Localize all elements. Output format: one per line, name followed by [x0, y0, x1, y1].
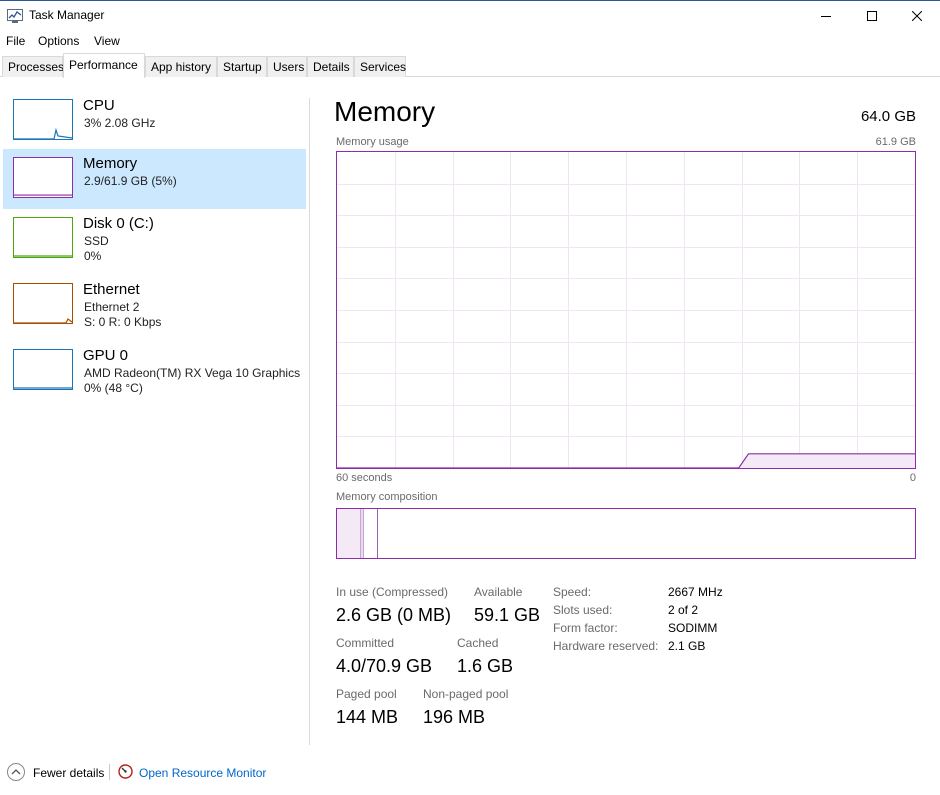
task-manager-window: Task Manager File Options View Processes…: [0, 0, 940, 795]
thumbnail-line: [14, 255, 72, 257]
sidebar-item-name: CPU: [83, 97, 115, 114]
disk-thumbnail-graph: [13, 217, 73, 258]
sidebar-item-detail: 3% 2.08 GHz: [84, 116, 156, 130]
menu-bar: File Options View: [0, 32, 940, 52]
memory-thumbnail-graph: [13, 157, 73, 198]
panel-divider[interactable]: [309, 98, 310, 745]
slots-used-value: 2 of 2: [668, 603, 699, 617]
memory-usage-label: Memory usage: [336, 136, 409, 148]
chevron-up-icon: [11, 769, 21, 775]
paged-pool-value: 144 MB: [336, 707, 399, 727]
slots-used-label: Slots used:: [553, 603, 613, 617]
footer-divider: [109, 764, 110, 780]
committed-value: 4.0/70.9 GB: [336, 656, 433, 676]
sidebar-item-detail: 2.9/61.9 GB (5%): [84, 174, 177, 188]
gpu-thumbnail-graph: [13, 349, 73, 390]
sidebar-item-ethernet[interactable]: Ethernet Ethernet 2 S: 0 R: 0 Kbps: [3, 275, 306, 335]
cached-label: Cached: [457, 636, 499, 650]
task-manager-app-icon: [7, 9, 23, 23]
close-icon: [912, 11, 922, 21]
speed-label: Speed:: [553, 585, 592, 599]
thumbnail-line: [14, 127, 72, 139]
hardware-reserved-label: Hardware reserved:: [553, 639, 659, 653]
usage-graph-canvas: [337, 152, 915, 468]
tab-services[interactable]: Services: [354, 56, 406, 77]
committed-label: Committed: [336, 636, 395, 650]
form-factor-value: SODIMM: [668, 621, 718, 635]
memory-total: 64.0 GB: [860, 108, 916, 125]
sidebar-item-name: Memory: [83, 155, 138, 172]
thumbnail-series: [14, 127, 72, 139]
tab-details[interactable]: Details: [307, 56, 354, 77]
memory-usage-graph: [336, 151, 916, 469]
thumbnail-line: [14, 318, 72, 323]
memory-composition-label: Memory composition: [336, 491, 438, 503]
minimize-button[interactable]: [803, 1, 849, 31]
cpu-thumbnail-graph: [13, 99, 73, 140]
memory-usage-max: 61.9 GB: [875, 136, 916, 148]
ethernet-thumbnail-graph: [13, 283, 73, 324]
composition-in-use-segment: [337, 509, 361, 558]
close-button[interactable]: [894, 1, 940, 31]
sidebar-item-detail-2: 0% (48 °C): [84, 381, 143, 395]
open-resource-monitor-link[interactable]: Open Resource Monitor: [139, 766, 266, 780]
speed-value: 2667 MHz: [668, 585, 723, 599]
sidebar-item-name: Ethernet: [83, 281, 140, 298]
non-paged-pool-value: 196 MB: [423, 707, 486, 727]
thumbnail-series: [14, 318, 72, 323]
sidebar-item-name: Disk 0 (C:): [83, 215, 154, 232]
sidebar-item-detail: Ethernet 2: [84, 300, 140, 314]
available-value: 59.1 GB: [474, 605, 541, 625]
memory-composition-bar: [336, 508, 916, 559]
tab-startup[interactable]: Startup: [217, 56, 267, 77]
in-use-value: 2.6 GB (0 MB): [336, 605, 452, 625]
composition-modified-segment: [361, 509, 364, 558]
tab-app-history[interactable]: App history: [145, 56, 217, 77]
sidebar-item-cpu[interactable]: CPU 3% 2.08 GHz: [3, 91, 306, 151]
sidebar-item-detail: AMD Radeon(TM) RX Vega 10 Graphics: [84, 366, 301, 380]
resource-sidebar: CPU 3% 2.08 GHz Memory 2.9/61.9 GB (5%) …: [0, 91, 310, 751]
tab-bar: Processes Performance App history Startu…: [0, 53, 940, 78]
resource-monitor-icon: [118, 764, 133, 779]
fewer-details-link[interactable]: Fewer details: [33, 766, 104, 780]
hardware-reserved-value: 2.1 GB: [668, 639, 706, 653]
form-factor-label: Form factor:: [553, 621, 618, 635]
sidebar-item-gpu[interactable]: GPU 0 AMD Radeon(TM) RX Vega 10 Graphics…: [3, 341, 306, 401]
page-title: Memory: [334, 96, 436, 127]
fewer-details-button[interactable]: [7, 763, 25, 781]
time-axis-start: 60 seconds: [336, 472, 393, 484]
sidebar-item-disk[interactable]: Disk 0 (C:) SSD 0%: [3, 209, 306, 269]
menu-file[interactable]: File: [6, 34, 25, 48]
tab-performance[interactable]: Performance: [63, 53, 145, 78]
maximize-button[interactable]: [849, 1, 895, 31]
maximize-icon: [867, 11, 877, 21]
sidebar-item-memory[interactable]: Memory 2.9/61.9 GB (5%): [3, 149, 306, 209]
non-paged-pool-label: Non-paged pool: [423, 687, 509, 701]
thumbnail-line: [14, 387, 72, 389]
window-title: Task Manager: [29, 8, 105, 22]
thumbnail-line: [14, 194, 72, 196]
time-axis-end: 0: [909, 472, 916, 484]
composition-standby-segment: [365, 509, 378, 558]
minimize-icon: [821, 16, 831, 17]
title-bar[interactable]: Task Manager: [0, 1, 940, 31]
sidebar-item-detail-2: S: 0 R: 0 Kbps: [84, 315, 162, 329]
sidebar-item-name: GPU 0: [83, 347, 129, 364]
paged-pool-label: Paged pool: [336, 687, 397, 701]
in-use-label: In use (Compressed): [336, 585, 449, 599]
sidebar-item-detail: SSD: [84, 234, 109, 248]
cached-value: 1.6 GB: [457, 656, 514, 676]
menu-options[interactable]: Options: [38, 34, 79, 48]
available-label: Available: [474, 585, 523, 599]
tab-users[interactable]: Users: [267, 56, 307, 77]
sidebar-item-detail-2: 0%: [84, 249, 102, 263]
menu-view[interactable]: View: [94, 34, 120, 48]
tab-processes[interactable]: Processes: [2, 56, 64, 77]
footer-bar: Fewer details Open Resource Monitor: [0, 758, 940, 788]
